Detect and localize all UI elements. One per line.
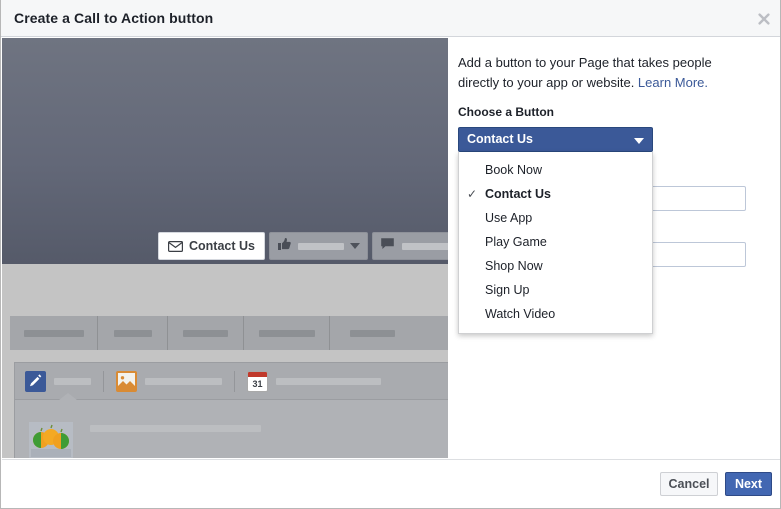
menu-item-use-app[interactable]: Use App bbox=[459, 206, 652, 230]
page-tab[interactable] bbox=[98, 316, 168, 350]
pencil-icon bbox=[25, 371, 46, 392]
choose-button-selected-value: Contact Us bbox=[467, 132, 533, 146]
preview-like-button[interactable] bbox=[269, 232, 368, 260]
like-count-placeholder bbox=[298, 243, 344, 250]
preview-cta-label: Contact Us bbox=[189, 239, 255, 253]
menu-item-sign-up[interactable]: Sign Up bbox=[459, 278, 652, 302]
composer-status-tab[interactable] bbox=[25, 371, 103, 392]
cta-button-row: Contact Us bbox=[158, 232, 448, 260]
composer-photo-tab[interactable] bbox=[103, 371, 234, 392]
composer-tab-row: 31 bbox=[15, 363, 448, 399]
cancel-button[interactable]: Cancel bbox=[660, 472, 718, 496]
dialog-titlebar: Create a Call to Action button bbox=[1, 0, 781, 37]
page-tab[interactable] bbox=[10, 316, 98, 350]
menu-item-label: Sign Up bbox=[485, 283, 529, 297]
cta-form-pane: Add a button to your Page that takes peo… bbox=[449, 38, 781, 458]
menu-item-label: Play Game bbox=[485, 235, 547, 249]
envelope-icon bbox=[168, 241, 183, 252]
page-tab[interactable] bbox=[168, 316, 244, 350]
composer-event-label-placeholder bbox=[276, 378, 381, 385]
intro-text: Add a button to your Page that takes peo… bbox=[458, 53, 746, 93]
message-label-placeholder bbox=[402, 243, 448, 250]
thumbs-up-icon bbox=[277, 237, 292, 256]
menu-item-label: Book Now bbox=[485, 163, 542, 177]
composer-status-label-placeholder bbox=[54, 378, 91, 385]
preview-cta-button[interactable]: Contact Us bbox=[158, 232, 265, 260]
menu-item-label: Watch Video bbox=[485, 307, 555, 321]
dialog-footer: Cancel Next bbox=[2, 459, 781, 508]
oranges-photo-thumbnail bbox=[29, 422, 73, 458]
menu-item-label: Use App bbox=[485, 211, 532, 225]
menu-item-watch-video[interactable]: Watch Video bbox=[459, 302, 652, 326]
composer-photo-label-placeholder bbox=[145, 378, 222, 385]
calendar-day: 31 bbox=[248, 377, 267, 392]
choose-button-select[interactable]: Contact Us bbox=[458, 127, 653, 152]
composer-body bbox=[15, 399, 448, 458]
composer-event-tab[interactable]: 31 bbox=[234, 371, 393, 392]
learn-more-link[interactable]: Learn More. bbox=[638, 75, 708, 90]
choose-button-label: Choose a Button bbox=[458, 105, 554, 119]
photo-icon bbox=[116, 371, 137, 392]
composer-text-placeholder bbox=[90, 425, 261, 432]
next-button[interactable]: Next bbox=[725, 472, 772, 496]
page-tabs-strip bbox=[10, 316, 448, 350]
calendar-icon: 31 bbox=[247, 371, 268, 392]
menu-item-book-now[interactable]: Book Now bbox=[459, 158, 652, 182]
dialog-title: Create a Call to Action button bbox=[14, 10, 213, 26]
create-cta-dialog: Create a Call to Action button Contact U… bbox=[0, 0, 781, 509]
menu-item-label: Shop Now bbox=[485, 259, 543, 273]
menu-item-label: Contact Us bbox=[485, 187, 551, 201]
composer-notch bbox=[59, 393, 77, 400]
post-composer-preview: 31 bbox=[14, 362, 448, 458]
choose-button-dropdown-menu: Book Now ✓ Contact Us Use App Play Game … bbox=[458, 152, 653, 334]
preview-message-button[interactable] bbox=[372, 232, 448, 260]
check-icon: ✓ bbox=[467, 182, 477, 206]
chevron-down-icon[interactable] bbox=[350, 243, 360, 249]
page-tab[interactable] bbox=[244, 316, 330, 350]
menu-item-contact-us[interactable]: ✓ Contact Us bbox=[459, 182, 652, 206]
page-preview-pane: Contact Us bbox=[2, 38, 448, 458]
page-tab[interactable] bbox=[330, 316, 414, 350]
menu-item-shop-now[interactable]: Shop Now bbox=[459, 254, 652, 278]
speech-bubble-icon bbox=[380, 237, 395, 255]
close-icon[interactable] bbox=[756, 11, 772, 27]
cover-photo-preview bbox=[2, 38, 448, 264]
chevron-down-icon bbox=[634, 138, 644, 144]
menu-item-play-game[interactable]: Play Game bbox=[459, 230, 652, 254]
